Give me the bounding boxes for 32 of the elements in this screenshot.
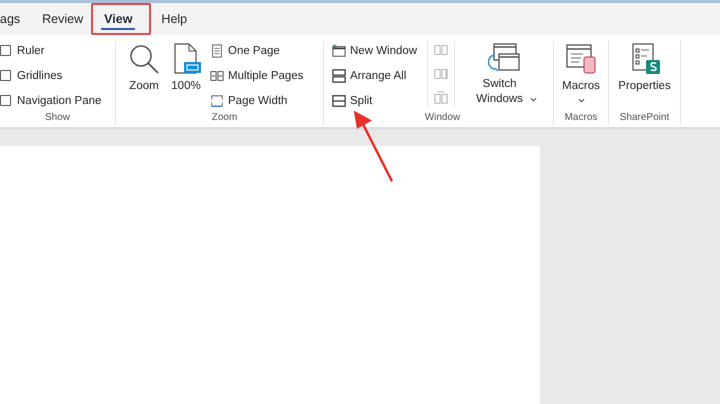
ribbon-large-button[interactable]: 100% bbox=[168, 41, 204, 96]
pointer-arrow bbox=[354, 110, 394, 182]
ribbon-button[interactable]: New Window bbox=[332, 41, 418, 60]
ribbon-button[interactable]: Arrange All bbox=[332, 66, 418, 85]
new-window-icon bbox=[332, 44, 346, 58]
group-label: Zoom bbox=[212, 112, 238, 125]
ribbon-large-button[interactable]: Properties bbox=[609, 41, 680, 96]
ribbon-button[interactable]: Split bbox=[332, 91, 418, 110]
stacked-windows-icon bbox=[332, 68, 346, 82]
group-label: Macros bbox=[564, 112, 598, 125]
checkbox-option[interactable]: Navigation Pane bbox=[0, 91, 102, 110]
checkbox-option[interactable]: Ruler bbox=[0, 41, 102, 60]
ribbon-button[interactable]: Page Width bbox=[210, 91, 304, 110]
group-label: Window bbox=[424, 112, 460, 125]
ribbon-button[interactable]: Multiple Pages bbox=[210, 66, 304, 85]
ribbon-tab[interactable]: View bbox=[91, 3, 146, 35]
checkbox-option[interactable]: Gridlines bbox=[0, 66, 102, 85]
ribbon-large-button[interactable]: Switch Windows bbox=[465, 41, 544, 109]
split-window-icon bbox=[332, 94, 346, 108]
page-icon bbox=[210, 44, 224, 58]
magnifier-icon bbox=[128, 43, 160, 75]
ribbon-tab[interactable]: Help bbox=[153, 3, 196, 35]
page-width-icon bbox=[210, 94, 224, 108]
ribbon-tab[interactable]: Review bbox=[34, 3, 92, 35]
ribbon-tab[interactable]: ags bbox=[0, 3, 28, 35]
macro-sheet-icon bbox=[565, 43, 597, 75]
group-label: Show bbox=[44, 112, 70, 125]
two-pages-icon bbox=[210, 68, 224, 82]
group-label: SharePoint bbox=[620, 112, 670, 125]
ribbon-button[interactable]: One Page bbox=[210, 41, 304, 60]
ribbon-large-button[interactable]: Zoom bbox=[126, 41, 162, 96]
ribbon-large-button[interactable]: Macros bbox=[554, 41, 608, 105]
